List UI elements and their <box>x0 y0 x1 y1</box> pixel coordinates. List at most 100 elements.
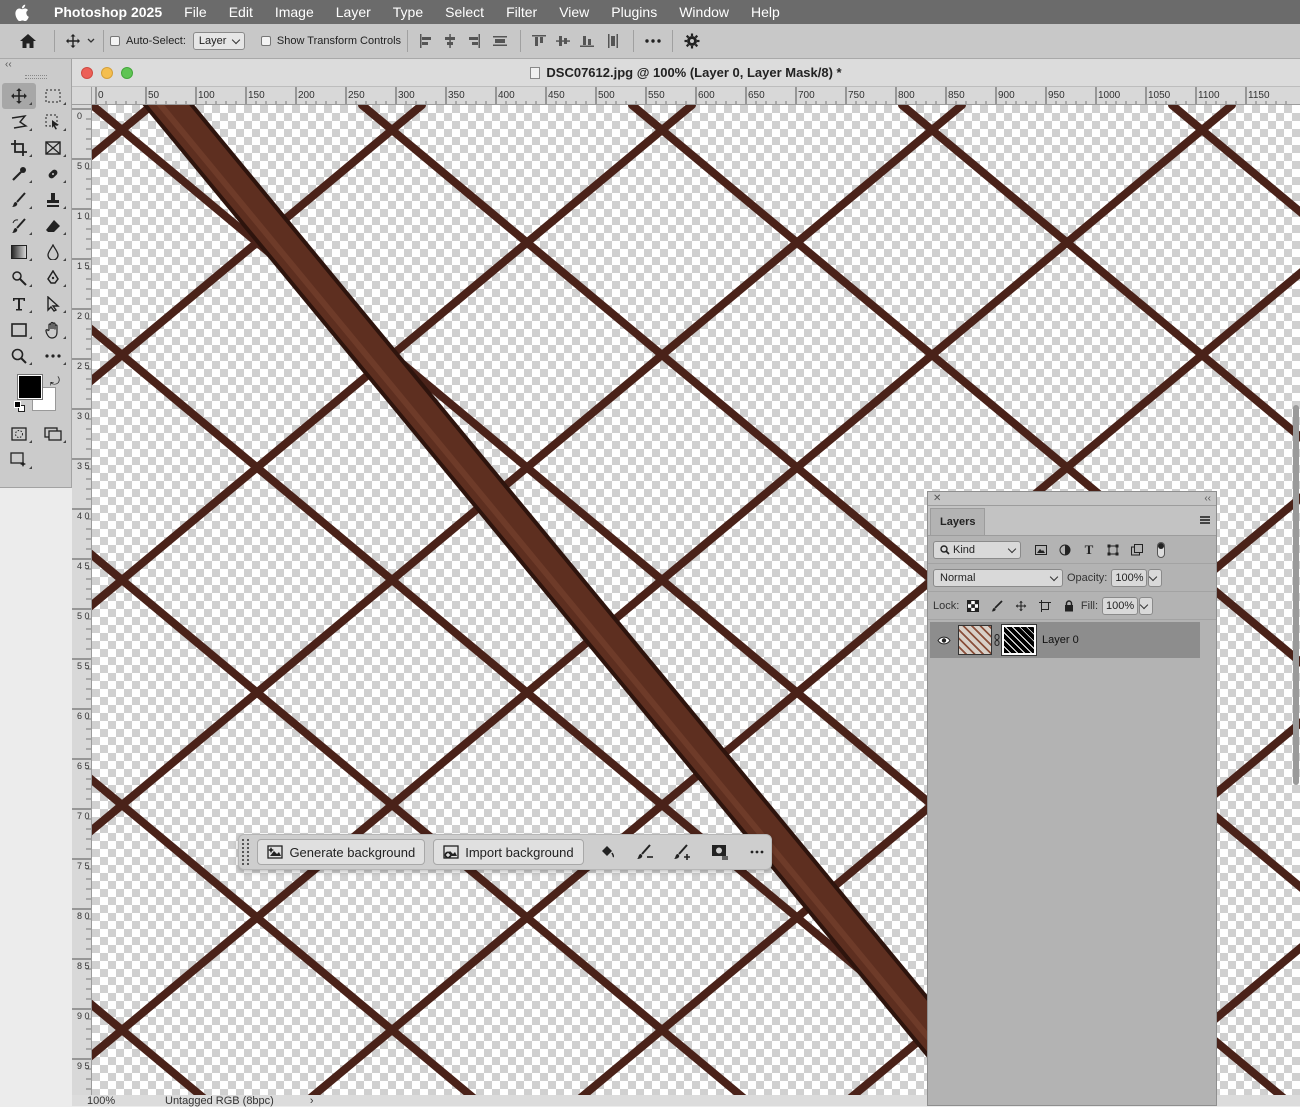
layer-thumbnail[interactable] <box>958 625 992 655</box>
menu-type[interactable]: Type <box>382 4 434 20</box>
menu-view[interactable]: View <box>548 4 600 20</box>
taskbar-drag-handle[interactable] <box>242 839 250 865</box>
opacity-dropdown[interactable] <box>1148 568 1163 587</box>
fill-dropdown[interactable] <box>1139 596 1153 615</box>
blend-mode-dropdown[interactable]: Normal <box>933 568 1063 587</box>
align-center-v-icon[interactable] <box>551 29 575 53</box>
brush-minus-icon[interactable] <box>631 839 658 865</box>
distribute-h-icon[interactable] <box>486 29 514 53</box>
menu-edit[interactable]: Edit <box>218 4 264 20</box>
apple-menu-icon[interactable] <box>14 4 40 21</box>
generative-fill-icon[interactable] <box>2 447 36 473</box>
collapse-layers-panel-icon[interactable]: ‹‹ <box>1204 493 1211 504</box>
menu-plugins[interactable]: Plugins <box>600 4 668 20</box>
brush-tool-icon[interactable] <box>2 187 36 213</box>
move-tool-preset-icon[interactable] <box>61 29 85 53</box>
show-transform-checkbox[interactable] <box>260 36 271 46</box>
swap-colors-icon[interactable]: ⤾ <box>50 374 60 389</box>
menu-select[interactable]: Select <box>434 4 495 20</box>
close-window-button[interactable] <box>81 67 93 79</box>
history-brush-tool-icon[interactable] <box>2 213 36 239</box>
align-left-icon[interactable] <box>414 29 438 53</box>
filter-adjustment-icon[interactable] <box>1053 539 1077 561</box>
auto-select-dropdown[interactable]: Layer <box>192 32 245 50</box>
eye-visibility-icon[interactable] <box>930 636 958 645</box>
fill-bucket-icon[interactable] <box>594 839 621 865</box>
filter-pixel-icon[interactable] <box>1029 539 1053 561</box>
filter-type-icon[interactable]: T <box>1077 539 1101 561</box>
lasso-tool-icon[interactable] <box>2 109 36 135</box>
menu-help[interactable]: Help <box>740 4 791 20</box>
generate-background-button[interactable]: Generate background <box>257 839 426 865</box>
rectangle-tool-icon[interactable] <box>2 317 36 343</box>
home-icon[interactable] <box>8 29 48 53</box>
type-tool-icon[interactable] <box>2 291 36 317</box>
filter-shape-icon[interactable] <box>1101 539 1125 561</box>
opacity-input[interactable]: 100% <box>1111 568 1148 587</box>
layer-mask-thumbnail[interactable] <box>1001 624 1037 656</box>
edit-toolbar-icon[interactable] <box>36 343 70 369</box>
hand-tool-icon[interactable] <box>36 317 70 343</box>
object-selection-tool-icon[interactable] <box>36 109 70 135</box>
distribute-v-icon[interactable] <box>599 29 627 53</box>
quick-mask-icon[interactable] <box>2 421 36 447</box>
more-actions-icon[interactable] <box>744 839 771 865</box>
align-center-h-icon[interactable] <box>438 29 462 53</box>
frame-tool-icon[interactable] <box>36 135 70 161</box>
lock-position-icon[interactable] <box>1009 595 1033 617</box>
dodge-tool-icon[interactable] <box>2 265 36 291</box>
filter-kind-dropdown[interactable]: Kind <box>933 540 1021 559</box>
layer-row[interactable]: Layer 0 <box>930 622 1200 658</box>
pen-tool-icon[interactable] <box>36 265 70 291</box>
more-options-icon[interactable] <box>640 29 666 53</box>
lock-artboard-icon[interactable] <box>1033 595 1057 617</box>
align-right-icon[interactable] <box>462 29 486 53</box>
healing-brush-tool-icon[interactable] <box>36 161 70 187</box>
clone-stamp-tool-icon[interactable] <box>36 187 70 213</box>
gradient-tool-icon[interactable] <box>2 239 36 265</box>
eraser-tool-icon[interactable] <box>36 213 70 239</box>
horizontal-ruler[interactable]: 0 50 100 150 200 250 300 350 400 450 500 550 600 650 7… <box>92 87 1300 105</box>
color-profile-info[interactable]: Untagged RGB (8bpc) <box>165 1095 274 1107</box>
menu-image[interactable]: Image <box>264 4 325 20</box>
zoom-tool-icon[interactable] <box>2 343 36 369</box>
menu-layer[interactable]: Layer <box>325 4 382 20</box>
collapse-panel-icon[interactable]: ‹‹ <box>0 59 71 73</box>
blur-tool-icon[interactable] <box>36 239 70 265</box>
vertical-ruler[interactable]: 0 5 0 1 0 0 1 5 0 2 0 0 2 5 0 3 0 0 3 5 0 4 0 0 4… <box>72 105 92 1095</box>
menu-file[interactable]: File <box>173 4 218 20</box>
align-top-icon[interactable] <box>527 29 551 53</box>
minimize-window-button[interactable] <box>101 67 113 79</box>
filter-smart-object-icon[interactable] <box>1125 539 1149 561</box>
app-menu[interactable]: Photoshop 2025 <box>40 4 173 20</box>
close-panel-icon[interactable]: ✕ <box>933 493 941 504</box>
zoom-level[interactable]: 100% <box>87 1095 165 1107</box>
foreground-color-swatch[interactable] <box>17 374 43 400</box>
fill-input[interactable]: 100% <box>1102 596 1139 615</box>
zoom-window-button[interactable] <box>121 67 133 79</box>
status-chevron-icon[interactable]: › <box>310 1095 314 1107</box>
panel-menu-icon[interactable] <box>1200 516 1210 524</box>
eyedropper-tool-icon[interactable] <box>2 161 36 187</box>
marquee-tool-icon[interactable] <box>36 83 70 109</box>
lock-image-pixels-icon[interactable] <box>985 595 1009 617</box>
auto-select-checkbox[interactable] <box>110 36 120 46</box>
align-bottom-icon[interactable] <box>575 29 599 53</box>
lock-all-icon[interactable] <box>1057 595 1081 617</box>
gear-icon[interactable] <box>679 29 705 53</box>
crop-tool-icon[interactable] <box>2 135 36 161</box>
menu-window[interactable]: Window <box>668 4 740 20</box>
screen-mode-icon[interactable] <box>36 421 70 447</box>
menu-filter[interactable]: Filter <box>495 4 548 20</box>
vertical-scrollbar[interactable] <box>1292 105 1300 1095</box>
ruler-origin[interactable] <box>72 87 92 105</box>
lock-transparent-pixels-icon[interactable] <box>961 595 985 617</box>
layer-name[interactable]: Layer 0 <box>1042 634 1079 646</box>
default-colors-icon[interactable] <box>14 401 26 413</box>
filter-toggle-icon[interactable] <box>1149 539 1173 561</box>
path-selection-tool-icon[interactable] <box>36 291 70 317</box>
tab-layers[interactable]: Layers <box>930 508 986 535</box>
move-tool-icon[interactable] <box>2 83 36 109</box>
chevron-down-icon[interactable] <box>85 29 97 53</box>
import-background-button[interactable]: Import background <box>433 839 584 865</box>
